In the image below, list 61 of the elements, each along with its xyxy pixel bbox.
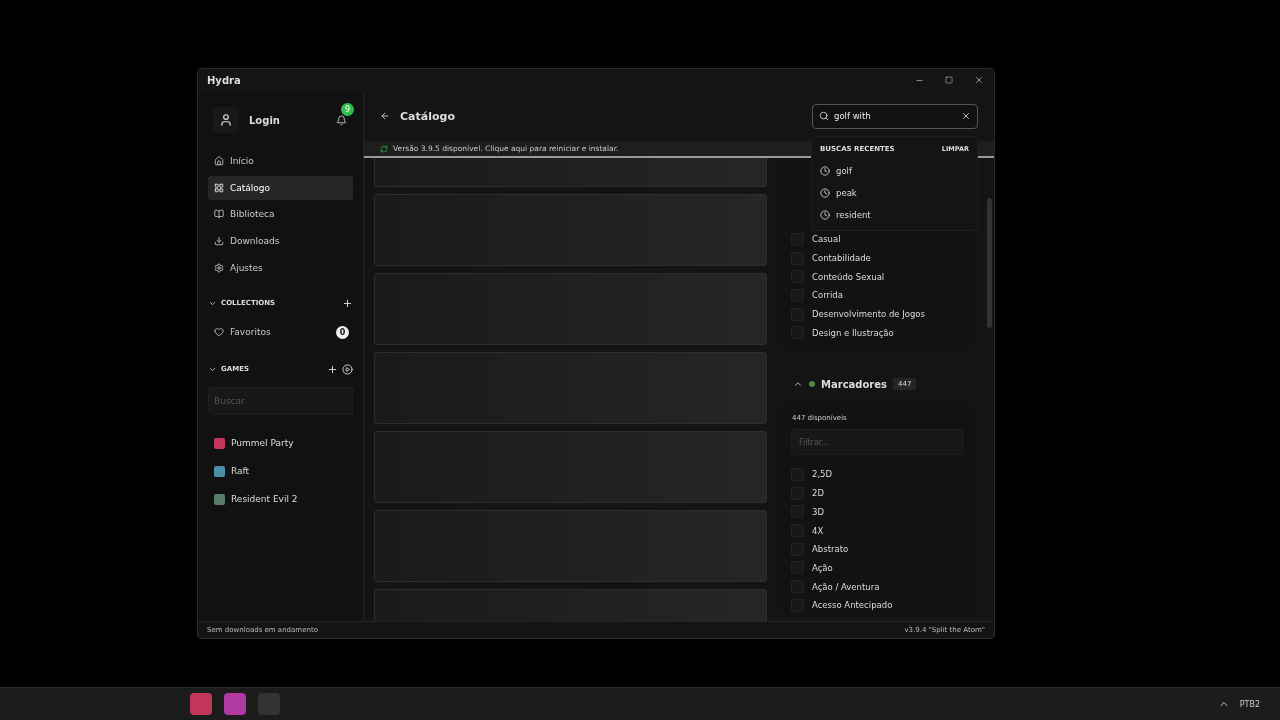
search-field[interactable]: golf with [812, 103, 978, 129]
tag-checkbox[interactable]: Acesso Antecipado [781, 595, 974, 615]
play-icon[interactable] [342, 363, 353, 375]
genre-checkbox[interactable]: Casual [781, 230, 974, 249]
app-icon[interactable] [224, 693, 246, 715]
add-collection-button[interactable] [342, 297, 353, 309]
tag-checkbox[interactable]: 4X [781, 521, 974, 540]
collection-item[interactable]: Favoritos 0 [208, 320, 353, 345]
settings-icon [214, 262, 224, 273]
recent-search-item[interactable]: peak [812, 182, 977, 204]
collection-count: 0 [336, 325, 349, 339]
clock-icon [820, 188, 830, 198]
maximize-icon [945, 76, 953, 84]
tag-checkbox[interactable]: Abstrato [781, 539, 974, 559]
tag-checkbox[interactable]: Ação / Aventura [781, 577, 974, 596]
nav-item[interactable]: Downloads [208, 229, 353, 254]
genre-checkbox[interactable]: Design e Ilustração [781, 323, 974, 343]
tray-label: PTB2 [1239, 699, 1260, 709]
add-game-button[interactable] [327, 363, 338, 375]
status-dot [809, 381, 815, 388]
genre-checkbox[interactable]: Contabilidade [781, 248, 974, 268]
tag-checkbox[interactable]: 3D [781, 502, 974, 522]
notifications-bell-icon[interactable] [336, 114, 347, 126]
nav-item[interactable]: Início [208, 149, 353, 173]
clock-icon [820, 210, 830, 220]
back-button[interactable] [380, 111, 390, 121]
grid-icon [214, 182, 224, 193]
clear-search-button[interactable] [961, 111, 971, 121]
download-icon [214, 236, 224, 247]
search-icon [819, 111, 829, 121]
genre-checkbox[interactable]: Corrida [781, 286, 974, 305]
genre-checkbox[interactable]: Desenvolvimento de Jogos [781, 304, 974, 324]
nav-item[interactable]: Ajustes [208, 255, 353, 280]
refresh-icon [380, 144, 388, 153]
nav-item[interactable]: Biblioteca [208, 202, 353, 227]
window-title: Hydra [207, 74, 242, 86]
tag-checkbox[interactable]: 2,5D [781, 465, 974, 484]
panel-title: Marcadores [821, 378, 887, 390]
avatar-button[interactable] [213, 107, 239, 133]
login-link[interactable]: Login [249, 114, 326, 126]
app-icon[interactable] [190, 693, 212, 715]
game-item[interactable]: Resident Evil 2 [208, 485, 353, 514]
search-input[interactable]: golf with [834, 111, 956, 121]
genre-checkbox[interactable]: Conteúdo Sexual [781, 267, 974, 287]
notification-count: 9 [341, 102, 354, 116]
filter-field[interactable]: Filtrar... [791, 429, 964, 456]
user-icon [219, 113, 233, 127]
home-icon [214, 156, 224, 166]
book-icon [214, 209, 224, 220]
page-title: Catálogo [400, 109, 456, 123]
recent-search-item[interactable]: resident [812, 204, 977, 226]
game-item[interactable]: Pummel Party [208, 429, 353, 458]
tag-checkbox[interactable]: 2D [781, 483, 974, 503]
games-search-field[interactable]: Buscar [208, 387, 353, 416]
nav-item[interactable]: Catálogo [208, 175, 353, 200]
clock-icon [820, 166, 830, 176]
recent-search-item[interactable]: golf [812, 160, 977, 182]
heart-icon [214, 327, 224, 338]
tag-checkbox[interactable]: Ação [781, 558, 974, 578]
game-item[interactable]: Raft [208, 457, 353, 486]
close-icon [974, 75, 984, 85]
